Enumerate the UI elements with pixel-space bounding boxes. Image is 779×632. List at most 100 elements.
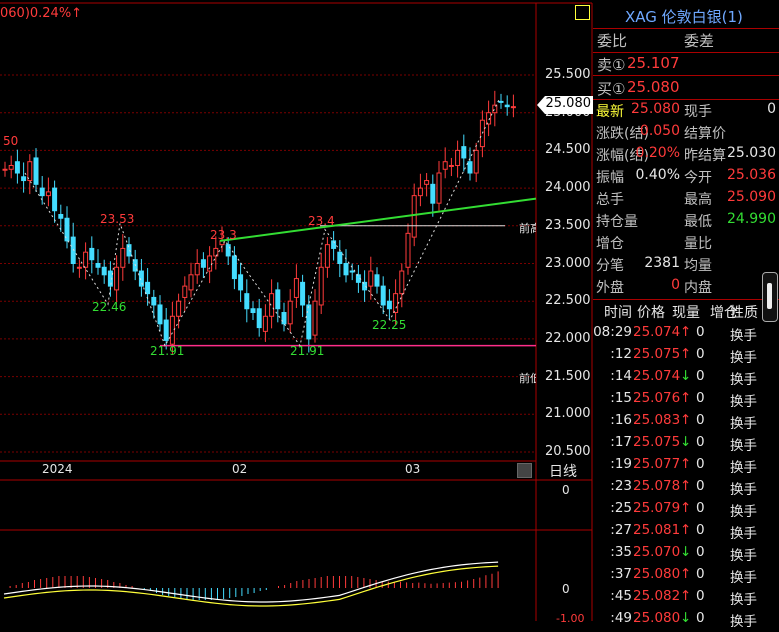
candle-body xyxy=(436,172,442,204)
tick-row[interactable]: :23 25.078 ↑ 0 换手 xyxy=(596,478,766,500)
tick-direction: ↑ xyxy=(680,588,692,604)
candle-body xyxy=(120,247,126,268)
tick-row[interactable]: :17 25.075 ↓ 0 换手 xyxy=(596,434,766,456)
candle-body xyxy=(200,259,206,268)
candle-body xyxy=(21,176,27,182)
candle-body xyxy=(83,251,89,268)
tick-direction: ↑ xyxy=(680,456,692,472)
candle-body xyxy=(169,315,175,345)
tick-direction: ↑ xyxy=(680,324,692,340)
tick-row[interactable]: :12 25.075 ↑ 0 换手 xyxy=(596,346,766,368)
tick-type: 换手 xyxy=(730,592,757,608)
prev-high-label: 前高 xyxy=(519,222,536,235)
tick-type: 换手 xyxy=(730,350,757,366)
buy1-value: 25.080 xyxy=(627,78,680,96)
tick-price: 25.081 xyxy=(633,522,681,538)
quote-label: 持仓量 xyxy=(596,214,638,230)
tick-time: :37 xyxy=(610,566,632,582)
tick-row[interactable]: :37 25.080 ↑ 0 换手 xyxy=(596,566,766,588)
tick-qty: 0 xyxy=(696,390,705,406)
quote-label: 分笔 xyxy=(596,258,624,274)
price-label: 21.500 xyxy=(545,368,591,384)
tick-qty: 0 xyxy=(696,522,705,538)
tick-time: :16 xyxy=(610,412,632,428)
candle-body xyxy=(194,263,200,276)
candle-body xyxy=(157,304,163,325)
candle-body xyxy=(45,191,51,197)
square-icon[interactable] xyxy=(575,5,590,20)
indicator-header: 060)0.24%↑ xyxy=(0,6,83,21)
quote-label: 均量 xyxy=(684,258,712,274)
candle-body xyxy=(101,266,107,276)
scroll-button[interactable] xyxy=(517,463,532,478)
candle-body xyxy=(386,300,392,310)
tick-qty: 0 xyxy=(696,368,705,384)
tick-direction: ↑ xyxy=(680,346,692,362)
candle-body xyxy=(300,281,306,306)
period-label[interactable]: 日线 xyxy=(549,461,577,481)
candle-body xyxy=(287,300,293,325)
tick-price: 25.078 xyxy=(633,478,681,494)
tick-qty: 0 xyxy=(696,434,705,450)
tick-row[interactable]: :25 25.079 ↑ 0 换手 xyxy=(596,500,766,522)
quote-row: 持仓量 最低 24.990 xyxy=(596,211,776,233)
prev-low-label: 前低 xyxy=(519,372,536,385)
panel-scroll-handle[interactable] xyxy=(762,272,778,322)
high-label-3: 23.4 xyxy=(308,214,335,228)
price-label: 20.500 xyxy=(545,444,591,459)
quote-label: 内盘 xyxy=(684,280,712,296)
quote-value: 0.050 xyxy=(639,123,680,139)
tick-row[interactable]: :35 25.070 ↓ 0 换手 xyxy=(596,544,766,566)
quote-value: 0.40% xyxy=(635,167,680,183)
quote-label: 现手 xyxy=(684,104,712,120)
candle-body xyxy=(14,161,20,174)
tick-direction: ↑ xyxy=(680,522,692,538)
candle-body xyxy=(393,293,399,314)
tick-time: 08:29 xyxy=(593,324,632,340)
sell1-value: 25.107 xyxy=(627,54,680,72)
tick-qty: 0 xyxy=(696,610,705,626)
tick-row[interactable]: :49 25.080 ↓ 0 换手 xyxy=(596,610,766,632)
tick-header-cell: 现量 xyxy=(672,305,700,321)
quote-value: 25.090 xyxy=(727,189,776,205)
tick-row[interactable]: :45 25.082 ↑ 0 换手 xyxy=(596,588,766,610)
tick-time: :25 xyxy=(610,500,632,516)
tick-direction: ↑ xyxy=(680,478,692,494)
low-label-3: 21.91 xyxy=(290,344,325,358)
candle-body xyxy=(324,244,330,268)
candle-body xyxy=(70,236,76,264)
tick-row[interactable]: 08:29 25.074 ↑ 0 换手 xyxy=(593,324,766,346)
quote-value: 25.036 xyxy=(727,167,776,183)
tick-time: :19 xyxy=(610,456,632,472)
tick-qty: 0 xyxy=(696,412,705,428)
tick-type: 换手 xyxy=(730,482,757,498)
quote-row: 总手 最高 25.090 xyxy=(596,189,776,211)
tick-row[interactable]: :16 25.083 ↑ 0 换手 xyxy=(596,412,766,434)
price-label: 25.500 xyxy=(545,67,591,82)
tick-time: :15 xyxy=(610,390,632,406)
candle-body xyxy=(337,251,343,265)
tick-direction: ↑ xyxy=(680,500,692,516)
quote-label: 振幅 xyxy=(596,170,624,186)
tick-row[interactable]: :27 25.081 ↑ 0 换手 xyxy=(596,522,766,544)
candle-body xyxy=(510,106,516,109)
tick-qty: 0 xyxy=(696,500,705,516)
trend-line xyxy=(219,197,537,242)
high-label-4: 50 xyxy=(3,134,19,148)
tick-row[interactable]: :15 25.076 ↑ 0 换手 xyxy=(596,390,766,412)
candle-body xyxy=(368,270,374,287)
tick-row[interactable]: :14 25.074 ↓ 0 换手 xyxy=(596,368,766,390)
price-label: 24.500 xyxy=(545,142,591,158)
tick-price: 25.070 xyxy=(633,544,681,560)
quote-label: 增仓 xyxy=(596,236,624,252)
candle-body xyxy=(405,232,411,268)
tick-qty: 0 xyxy=(696,566,705,582)
tick-type: 换手 xyxy=(730,328,757,344)
macd-indicator xyxy=(3,561,499,607)
tick-type: 换手 xyxy=(730,570,757,586)
tick-price: 25.075 xyxy=(633,434,681,450)
candle-body xyxy=(269,293,275,317)
candle-body xyxy=(225,244,231,257)
high-label-2: 23.3 xyxy=(210,228,237,242)
tick-row[interactable]: :19 25.077 ↑ 0 换手 xyxy=(596,456,766,478)
